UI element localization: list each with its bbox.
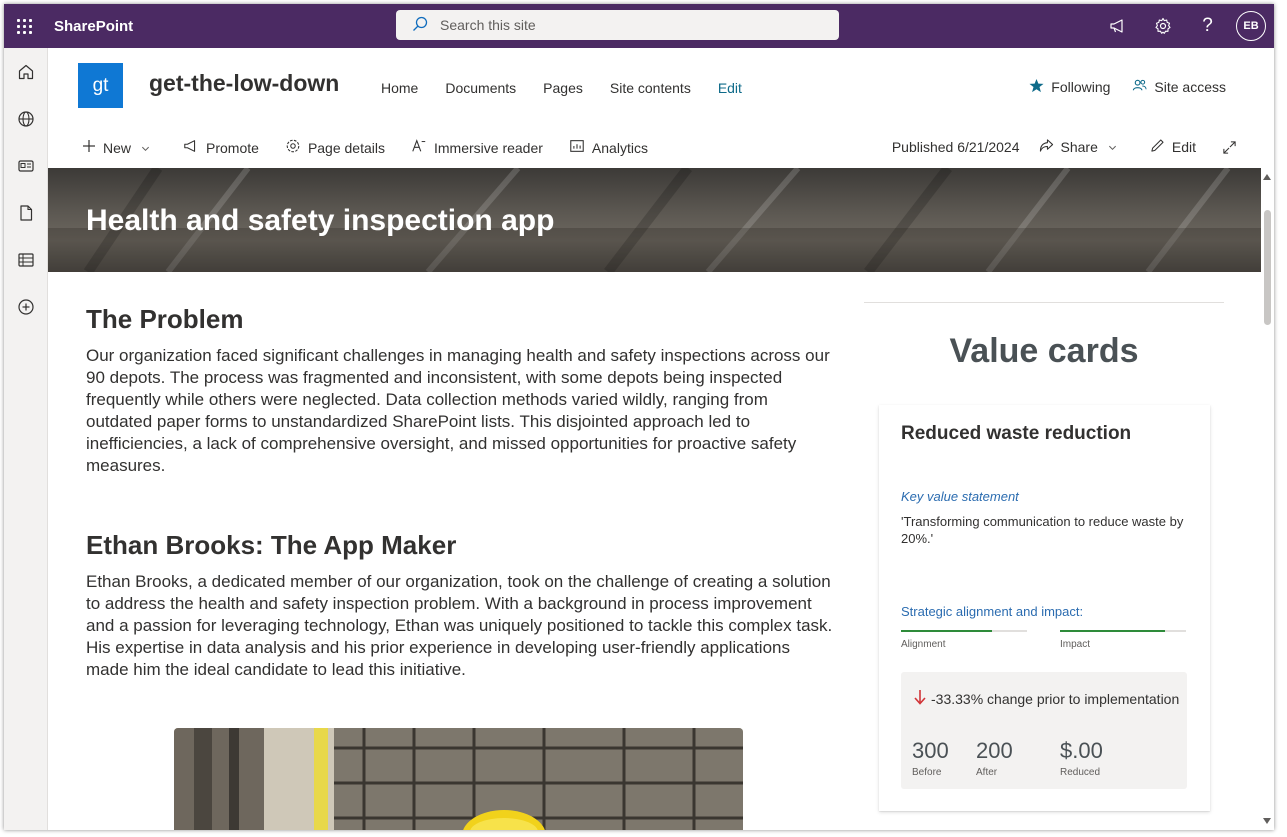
promote-label: Promote — [206, 139, 259, 156]
alignment-label: Alignment — [901, 639, 946, 650]
impact-label: Impact — [1060, 639, 1091, 650]
scroll-thumb[interactable] — [1264, 210, 1271, 325]
page-details-label: Page details — [307, 139, 385, 156]
brand-name[interactable]: SharePoint — [54, 18, 133, 35]
section-text: Ethan Brooks, a dedicated member of our … — [86, 572, 833, 679]
share-icon — [1039, 138, 1061, 156]
impact-meter — [1060, 630, 1186, 632]
strategic-alignment-label: Strategic alignment and impact: — [901, 604, 1084, 619]
immersive-reader-label: Immersive reader — [434, 139, 543, 156]
home-icon[interactable] — [4, 48, 48, 95]
section-text: Our organization faced significant chall… — [86, 346, 830, 475]
browser-window: SharePoint Search this site ? EB gt get-… — [4, 4, 1274, 830]
analytics-button[interactable]: Analytics — [569, 138, 648, 157]
promote-button[interactable]: Promote — [183, 138, 259, 157]
help-icon[interactable]: ? — [1185, 4, 1230, 48]
nav-edit[interactable]: Edit — [718, 80, 742, 96]
alignment-meter — [901, 630, 1027, 632]
nav-pages[interactable]: Pages — [543, 80, 583, 96]
plus-icon — [82, 139, 103, 156]
globe-icon[interactable] — [4, 95, 48, 142]
star-icon — [1029, 78, 1051, 96]
search-icon — [412, 16, 440, 35]
reduced-label: Reduced — [1060, 767, 1101, 778]
section-heading: Ethan Brooks: The App Maker — [86, 530, 457, 560]
new-button[interactable]: New — [82, 139, 157, 156]
avatar[interactable]: EB — [1236, 11, 1266, 41]
scroll-down-arrow[interactable] — [1263, 818, 1271, 824]
nav-site-contents[interactable]: Site contents — [610, 80, 691, 96]
after-label: After — [976, 767, 998, 778]
immersive-reader-button[interactable]: Immersive reader — [411, 138, 543, 157]
plus-circle-icon[interactable] — [4, 283, 48, 330]
gear-icon[interactable] — [1140, 4, 1185, 48]
site-access-button[interactable]: Site access — [1132, 78, 1226, 96]
share-label: Share — [1060, 139, 1098, 155]
promote-icon — [183, 138, 206, 157]
published-date: Published 6/21/2024 — [891, 139, 1020, 155]
pencil-icon — [1150, 138, 1172, 156]
site-title[interactable]: get-the-low-down — [149, 70, 339, 97]
chevron-down-icon — [141, 140, 157, 156]
before-value: 300 — [912, 738, 949, 763]
key-value-text: 'Transforming communication to reduce wa… — [901, 514, 1184, 546]
alignment-meter-fill — [901, 630, 992, 632]
following-label: Following — [1051, 79, 1111, 95]
immersive-reader-icon — [411, 138, 434, 157]
chevron-down-icon — [1108, 139, 1124, 155]
scroll-up-arrow[interactable] — [1263, 174, 1271, 180]
section-app-maker: Ethan Brooks: The App Maker Ethan Brooks… — [86, 530, 836, 681]
following-button[interactable]: Following — [1029, 78, 1110, 96]
app-bar — [4, 48, 48, 830]
analytics-label: Analytics — [591, 139, 648, 156]
waffle-icon[interactable] — [4, 4, 44, 48]
key-value-label: Key value statement — [901, 489, 1019, 504]
worker-photo — [174, 728, 743, 830]
change-indicator: -33.33% change prior to implementation — [913, 688, 1179, 709]
megaphone-icon[interactable] — [1095, 4, 1140, 48]
arrow-down-icon — [913, 688, 931, 709]
settings-icon — [285, 138, 308, 157]
before-label: Before — [912, 767, 942, 778]
reduced-value: $.00 — [1060, 738, 1103, 763]
vertical-scrollbar[interactable] — [1261, 168, 1274, 830]
site-access-label: Site access — [1154, 79, 1226, 95]
list-icon[interactable] — [4, 236, 48, 283]
change-text: -33.33% change prior to implementation — [931, 690, 1180, 707]
suite-bar: SharePoint Search this site ? EB — [4, 4, 1274, 48]
value-cards-heading: Value cards — [949, 332, 1139, 370]
change-stats: -33.33% change prior to implementation 3… — [901, 672, 1187, 789]
analytics-icon — [569, 138, 592, 157]
expand-icon[interactable] — [1222, 140, 1244, 155]
edit-button[interactable]: Edit — [1150, 138, 1196, 156]
people-icon — [1132, 78, 1154, 96]
stat-reduced: $.00 Reduced — [1060, 738, 1103, 778]
value-card: Reduced waste reduction Key value statem… — [879, 405, 1210, 811]
section-problem: The Problem Our organization faced signi… — [86, 304, 836, 477]
share-button[interactable]: Share — [1039, 138, 1124, 156]
section-heading: The Problem — [86, 304, 244, 334]
site-header: gt get-the-low-down Home Documents Pages… — [48, 48, 1274, 126]
page-title: Health and safety inspection app — [86, 204, 555, 237]
nav-documents[interactable]: Documents — [445, 80, 516, 96]
page-icon[interactable] — [4, 189, 48, 236]
stat-before: 300 Before — [912, 738, 949, 778]
new-label: New — [103, 139, 132, 156]
search-placeholder: Search this site — [440, 17, 536, 33]
command-bar: New Promote Page details Immersive reade… — [48, 126, 1274, 168]
site-navigation: Home Documents Pages Site contents Edit — [381, 80, 769, 96]
section-divider — [864, 302, 1224, 303]
card-title: Reduced waste reduction — [901, 423, 1132, 444]
news-icon[interactable] — [4, 142, 48, 189]
stat-after: 200 After — [976, 738, 1013, 778]
page-details-button[interactable]: Page details — [285, 138, 385, 157]
after-value: 200 — [976, 738, 1013, 763]
site-logo[interactable]: gt — [78, 63, 123, 108]
search-input[interactable]: Search this site — [396, 10, 839, 40]
edit-label: Edit — [1171, 139, 1196, 155]
impact-meter-fill — [1060, 630, 1165, 632]
main-content: The Problem Our organization faced signi… — [86, 304, 836, 830]
page-banner: Health and safety inspection app — [48, 168, 1261, 272]
nav-home[interactable]: Home — [381, 80, 418, 96]
